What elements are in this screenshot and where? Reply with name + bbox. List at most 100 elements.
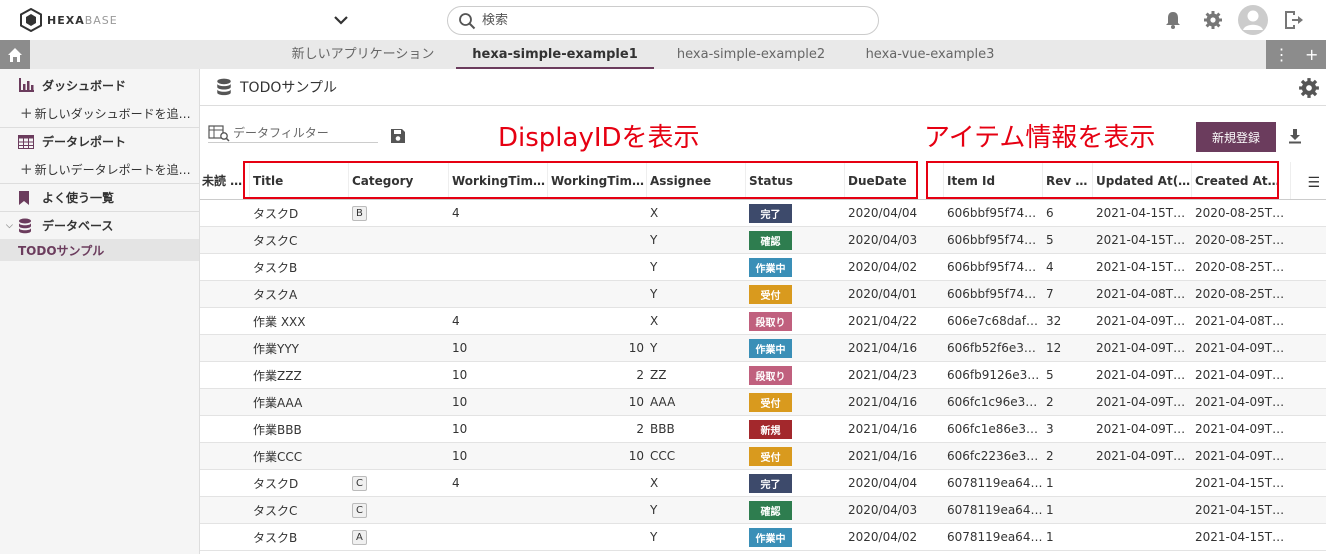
table-row[interactable]: タスクD B 4 X 完了 2020/04/04 606bbf95f74… 6 2021-04-… bbox=[200, 200, 1326, 227]
cell-category bbox=[349, 389, 449, 415]
cell-wt1: 10 bbox=[452, 422, 468, 436]
bookmark-icon bbox=[18, 190, 36, 205]
cell-created: 2021-04-09T… bbox=[1195, 449, 1285, 463]
category-chip: C bbox=[352, 502, 367, 518]
new-registration-button[interactable]: 新規登録 bbox=[1196, 122, 1276, 152]
cell-updated: 2021-04-09T… bbox=[1096, 422, 1186, 436]
sidebar-item-label: よく使う一覧 bbox=[42, 191, 115, 205]
table-row[interactable]: 作業YYY 10 10 Y 作業中 2021/04/16 606fb52f6e3… 12 202… bbox=[200, 335, 1326, 362]
cell-wt2: 10 bbox=[628, 341, 644, 355]
cell-created: 2020-08-25T… bbox=[1195, 287, 1285, 301]
cell-wt2 bbox=[548, 497, 647, 523]
more-vertical-icon[interactable]: ⋮ bbox=[1274, 45, 1290, 64]
logo[interactable]: HEXABASE bbox=[20, 8, 118, 32]
cell-assignee: Y bbox=[650, 530, 658, 544]
cell-created: 2021-04-09T… bbox=[1195, 395, 1285, 409]
table-row[interactable]: 作業AAA 10 10 AAA 受付 2021/04/16 606fc1c96e3… 2 202… bbox=[200, 389, 1326, 416]
logout-icon[interactable] bbox=[1278, 5, 1308, 35]
database-icon bbox=[217, 78, 231, 96]
cell-updated: 2021-04-09T… bbox=[1096, 449, 1186, 463]
table-row[interactable]: タスクD C 4 X 完了 2020/04/04 6078119ea64… 1 2021-04-… bbox=[200, 470, 1326, 497]
cell-updated: 2021-04-15T… bbox=[1096, 206, 1186, 220]
cell-due: 2021/04/16 bbox=[848, 395, 918, 409]
user-avatar-icon[interactable] bbox=[1238, 5, 1268, 35]
add-data-report-link[interactable]: + 新しいデータレポートを追… bbox=[0, 155, 199, 183]
home-button[interactable] bbox=[0, 40, 30, 69]
cell-due: 2020/04/04 bbox=[848, 206, 918, 220]
notification-bell-icon[interactable] bbox=[1158, 5, 1188, 35]
cell-wt2 bbox=[548, 227, 647, 253]
cell-rev: 2 bbox=[1046, 395, 1054, 409]
cell-assignee: Y bbox=[650, 287, 658, 301]
table-row[interactable]: タスクB Y 作業中 2020/04/02 606bbf95f74… 4 2021-04-1… bbox=[200, 254, 1326, 281]
cell-due: 2020/04/02 bbox=[848, 260, 918, 274]
cell-created: 2020-08-25T… bbox=[1195, 260, 1285, 274]
cell-rev: 2 bbox=[1046, 449, 1054, 463]
datastore-settings-gear-icon[interactable] bbox=[1298, 77, 1320, 99]
column-menu-icon[interactable]: ☰ bbox=[1307, 175, 1320, 191]
cell-title: 作業AAA bbox=[253, 395, 303, 410]
table-row[interactable]: 作業BBB 10 2 BBB 新規 2021/04/16 606fc1e86e3… 3 2021… bbox=[200, 416, 1326, 443]
sidebar-item-dashboard[interactable]: ダッシュボード bbox=[0, 71, 199, 99]
table-row[interactable]: タスクA Y 受付 2020/04/01 606bbf95f74… 7 2021-04-08… bbox=[200, 281, 1326, 308]
cell-itemid: 6078119ea64… bbox=[947, 530, 1043, 544]
save-icon[interactable] bbox=[390, 128, 406, 144]
cell-itemid: 606fc1c96e3… bbox=[947, 395, 1038, 409]
download-icon[interactable] bbox=[1288, 128, 1302, 144]
tab-new-application[interactable]: 新しいアプリケーション bbox=[278, 40, 448, 69]
cell-wt1 bbox=[449, 254, 548, 280]
table-row[interactable]: タスクC C Y 確認 2020/04/03 6078119ea64… 1 2021-04-1… bbox=[200, 497, 1326, 524]
cell-title: タスクB bbox=[253, 260, 298, 275]
sidebar-item-data-report[interactable]: データレポート bbox=[0, 127, 199, 155]
cell-title: 作業ZZZ bbox=[253, 368, 302, 383]
table-row[interactable]: 作業 XXX 4 X 段取り 2021/04/22 606e7c68daf… 32 2021-… bbox=[200, 308, 1326, 335]
status-badge: 作業中 bbox=[749, 527, 792, 547]
cell-status: 受付 bbox=[746, 281, 845, 307]
cell-itemid: 606bbf95f74… bbox=[947, 233, 1037, 247]
cell-created: 2021-04-15T… bbox=[1195, 530, 1285, 544]
cell-category bbox=[349, 227, 449, 253]
tab-hexa-simple-example1[interactable]: hexa-simple-example1 bbox=[456, 40, 654, 69]
cell-created: 2021-04-09T… bbox=[1195, 422, 1285, 436]
cell-assignee: Y bbox=[650, 233, 658, 247]
data-filter-input[interactable] bbox=[233, 125, 373, 140]
search-box[interactable] bbox=[447, 6, 879, 35]
table-row[interactable]: タスクB A Y 作業中 2020/04/02 6078119ea64… 1 2021-04-… bbox=[200, 524, 1326, 551]
table-row[interactable]: タスクC Y 確認 2020/04/03 606bbf95f74… 5 2021-04-15… bbox=[200, 227, 1326, 254]
tab-hexa-simple-example2[interactable]: hexa-simple-example2 bbox=[662, 40, 840, 69]
chevron-down-icon[interactable] bbox=[332, 12, 350, 28]
cell-due: 2020/04/03 bbox=[848, 233, 918, 247]
cell-created: 2020-08-25T… bbox=[1195, 206, 1285, 220]
cell-title: タスクD bbox=[253, 206, 299, 221]
cell-itemid: 606bbf95f74… bbox=[947, 206, 1037, 220]
add-tab-icon[interactable]: + bbox=[1305, 45, 1318, 64]
cell-due: 2021/04/22 bbox=[848, 314, 918, 328]
data-filter[interactable] bbox=[208, 123, 378, 143]
tab-hexa-vue-example3[interactable]: hexa-vue-example3 bbox=[850, 40, 1010, 69]
cell-updated: 2021-04-08T… bbox=[1096, 287, 1186, 301]
sidebar-item-database[interactable]: ⌵ データベース bbox=[0, 211, 199, 239]
table-row[interactable]: 作業ZZZ 10 2 ZZ 段取り 2021/04/23 606fb9126e3… 5 2021… bbox=[200, 362, 1326, 389]
cell-wt1: 4 bbox=[452, 476, 460, 490]
cell-status: 作業中 bbox=[746, 524, 845, 550]
toolbar: DisplayIDを表示 アイテム情報を表示 新規登録 bbox=[200, 107, 1326, 162]
page-title: TODOサンプル bbox=[240, 80, 337, 96]
sidebar-item-favorites[interactable]: よく使う一覧 bbox=[0, 183, 199, 211]
cell-category: B bbox=[349, 200, 449, 226]
cell-wt2 bbox=[548, 308, 647, 334]
settings-gear-icon[interactable] bbox=[1198, 5, 1228, 35]
cell-status: 確認 bbox=[746, 227, 845, 253]
status-badge: 作業中 bbox=[749, 338, 792, 358]
cell-updated: 2021-04-09T… bbox=[1096, 395, 1186, 409]
table-row[interactable]: 作業CCC 10 10 CCC 受付 2021/04/16 606fc2236e3… 2 202… bbox=[200, 443, 1326, 470]
cell-rev: 12 bbox=[1046, 341, 1062, 355]
filter-table-icon bbox=[208, 124, 230, 142]
cell-category bbox=[349, 281, 449, 307]
cell-rev: 5 bbox=[1046, 368, 1054, 382]
cell-title: タスクC bbox=[253, 503, 298, 518]
sidebar-item-todo-sample[interactable]: TODOサンプル bbox=[0, 239, 199, 261]
add-dashboard-link[interactable]: + 新しいダッシュボードを追… bbox=[0, 99, 199, 127]
chevron-down-icon[interactable]: ⌵ bbox=[6, 221, 18, 231]
search-input[interactable] bbox=[482, 13, 862, 28]
cell-category: A bbox=[349, 524, 449, 550]
